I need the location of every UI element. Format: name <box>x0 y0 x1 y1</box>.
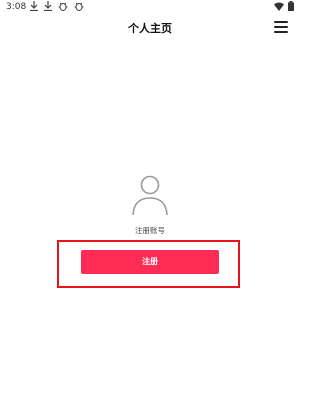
wifi-icon <box>274 2 284 11</box>
status-time: 3:08 <box>6 2 27 12</box>
bug-icon <box>58 2 68 11</box>
download-icon <box>44 1 52 11</box>
download-icon <box>30 1 38 11</box>
page-title: 个人主页 <box>128 22 172 35</box>
bug-icon <box>74 2 84 11</box>
battery-icon <box>288 1 294 11</box>
register-button[interactable]: 注册 <box>81 250 219 274</box>
system-icons <box>274 1 294 11</box>
menu-icon[interactable] <box>274 21 288 33</box>
notification-icons <box>30 1 84 11</box>
register-account-label: 注册账号 <box>135 226 165 235</box>
user-avatar-icon <box>132 175 168 216</box>
status-bar: 3:08 <box>0 0 300 14</box>
app-bar: 个人主页 <box>0 14 300 42</box>
